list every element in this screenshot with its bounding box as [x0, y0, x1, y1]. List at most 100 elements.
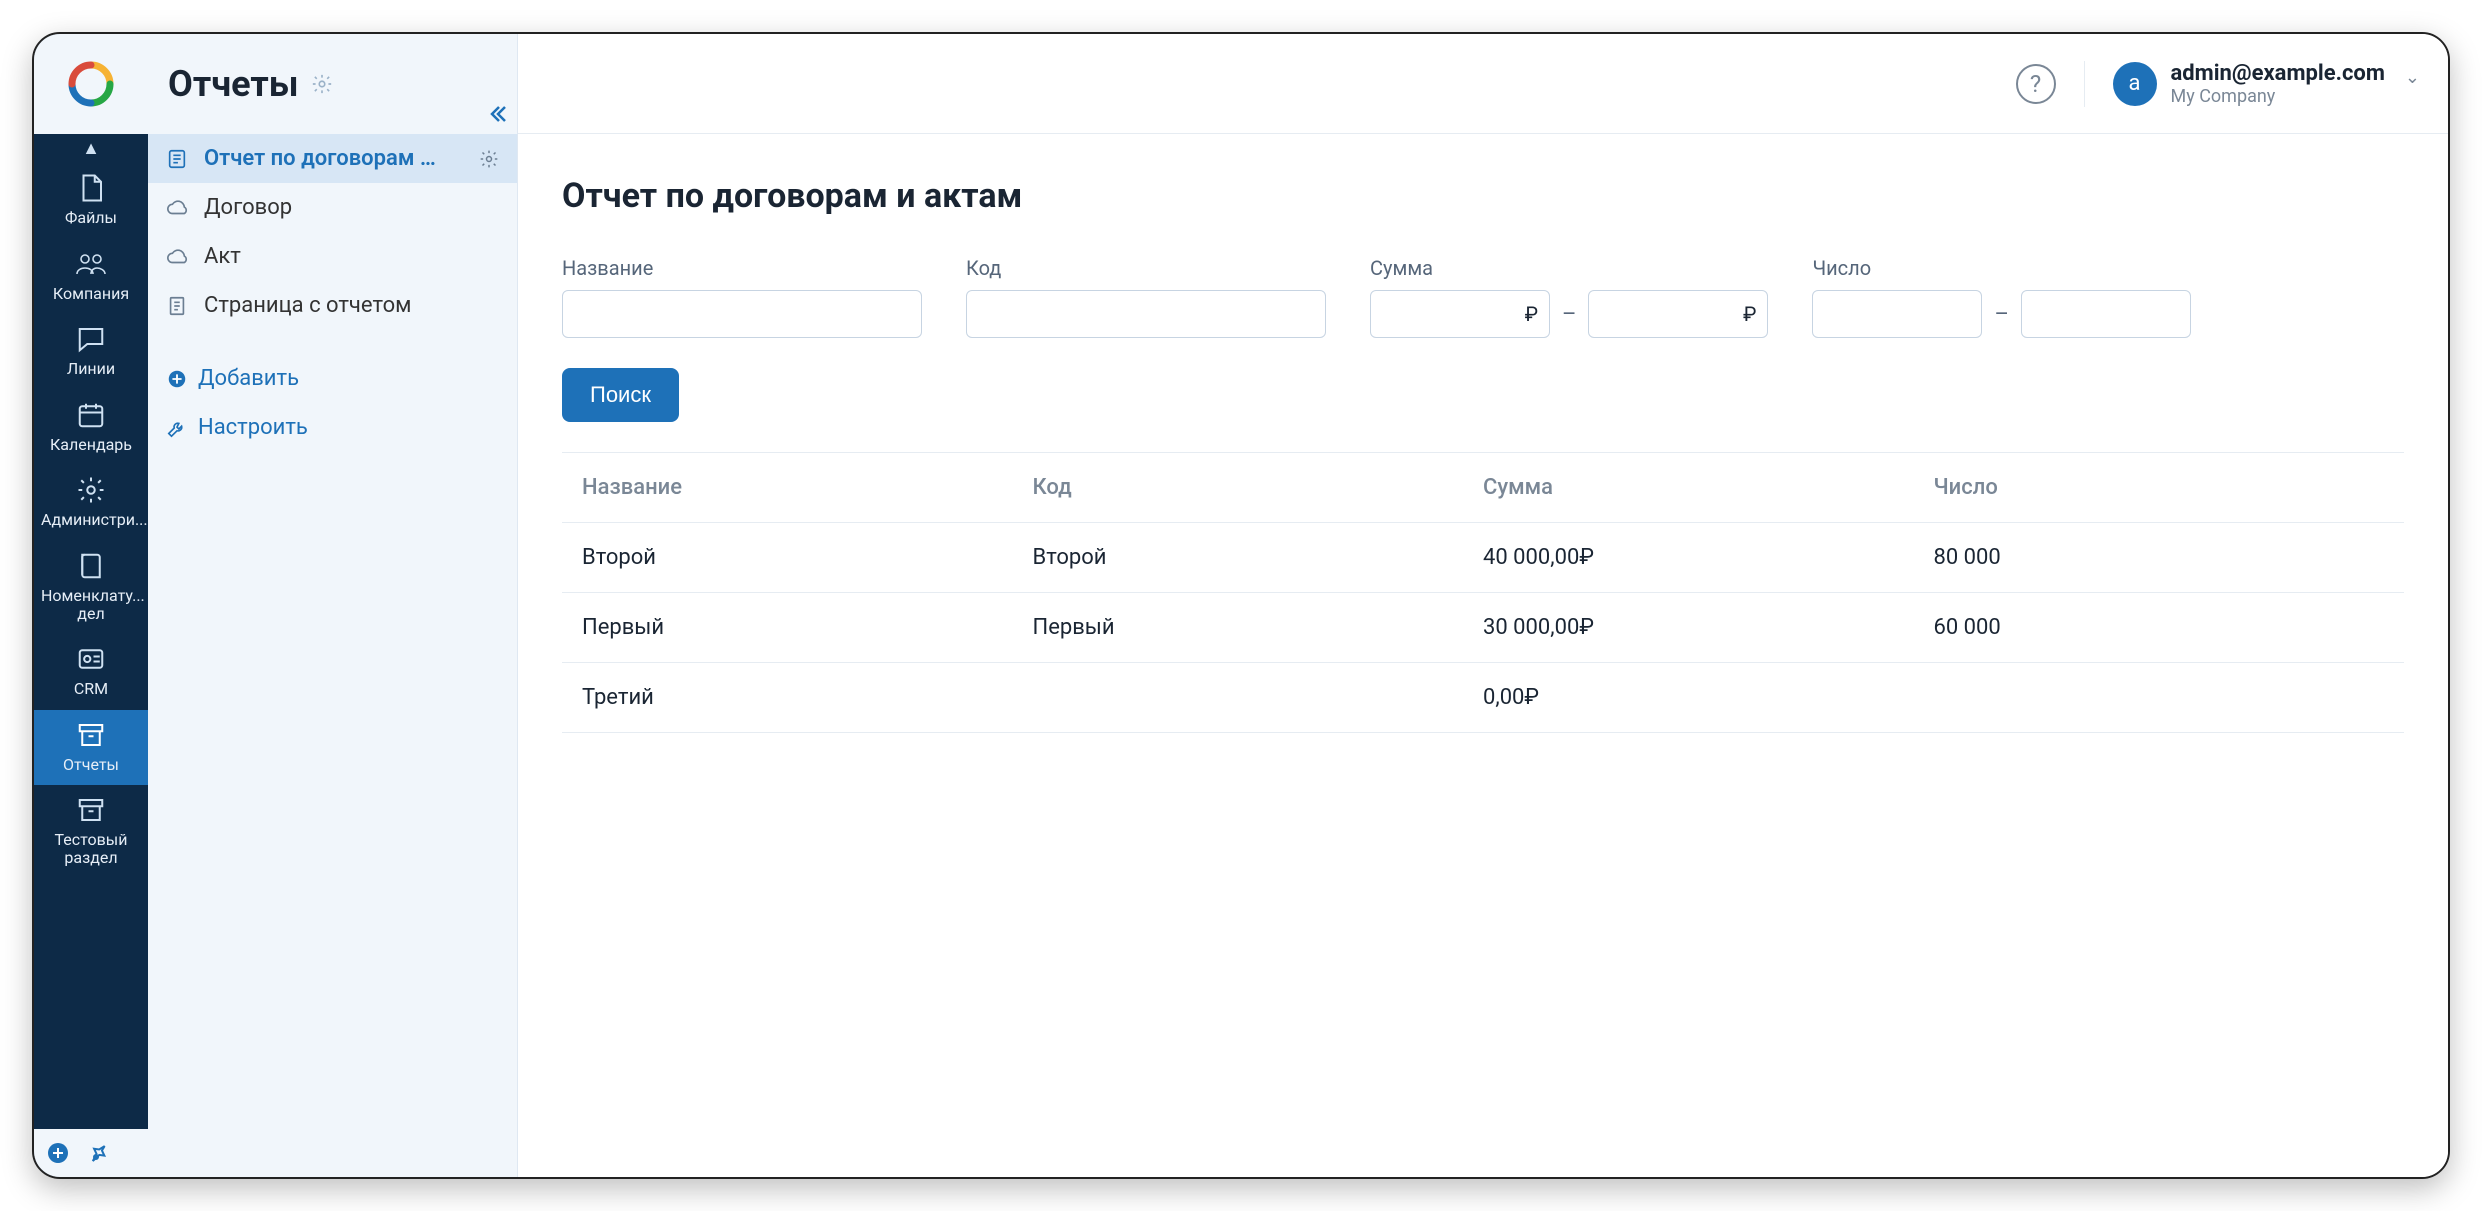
gear-icon[interactable]	[479, 149, 499, 169]
table-row[interactable]: Второй Второй 40 000,00₽ 80 000	[562, 522, 2404, 592]
rail-item-label: Календарь	[50, 436, 132, 454]
user-email: admin@example.com	[2171, 61, 2385, 86]
cell-name: Второй	[582, 545, 1033, 570]
rail-item-lines[interactable]: Линии	[34, 314, 148, 390]
results-table: Название Код Сумма Число Второй Второй 4…	[562, 452, 2404, 733]
cell-name: Третий	[582, 685, 1033, 710]
archive-icon	[76, 720, 106, 750]
rail-item-label: Администри...	[41, 511, 141, 529]
user-menu[interactable]: a admin@example.com My Company ⌄	[2084, 61, 2421, 107]
cell-num: 60 000	[1934, 615, 2385, 640]
archive-icon	[76, 795, 106, 825]
content: Отчет по договорам и актам Название Код …	[518, 134, 2448, 775]
sidenav-item-contract[interactable]: Договор	[148, 183, 517, 232]
plus-circle-icon	[166, 368, 188, 390]
cell-code: Первый	[1033, 615, 1484, 640]
rail-item-label: Номенклату... дел	[41, 587, 141, 622]
filter-code-label: Код	[966, 256, 1326, 280]
sidenav-add-button[interactable]: Добавить	[148, 354, 517, 403]
question-icon: ?	[2030, 70, 2041, 98]
logo-mark-icon	[68, 61, 114, 107]
side-pane-header: Отчеты	[148, 34, 517, 134]
people-icon	[75, 249, 107, 279]
cell-sum: 30 000,00₽	[1483, 615, 1934, 640]
filter-code-input[interactable]	[966, 290, 1326, 338]
top-bar: ? a admin@example.com My Company ⌄	[518, 34, 2448, 134]
filter-sum-from-input[interactable]	[1370, 290, 1550, 338]
filter-num-from-input[interactable]	[1812, 290, 1982, 338]
sidenav-configure-button[interactable]: Настроить	[148, 403, 517, 452]
filter-num: Число –	[1812, 256, 2190, 338]
rail-item-calendar[interactable]: Календарь	[34, 390, 148, 466]
wrench-icon	[166, 417, 188, 439]
filter-name: Название	[562, 256, 922, 338]
rail-item-label: Отчеты	[63, 756, 119, 774]
rail-item-company[interactable]: Компания	[34, 239, 148, 315]
avatar-letter: a	[2129, 71, 2141, 96]
rail-footer	[34, 1129, 148, 1177]
rail-item-nomenclature[interactable]: Номенклату... дел	[34, 541, 148, 634]
sidenav-item-label: Акт	[204, 244, 241, 269]
rail-item-label: Линии	[67, 360, 115, 378]
sidenav-item-report-contracts[interactable]: Отчет по договорам и ак...	[148, 134, 517, 183]
gear-icon[interactable]	[311, 73, 333, 95]
table-header: Название Код Сумма Число	[562, 452, 2404, 522]
rail-item-label: Тестовый раздел	[41, 831, 141, 866]
col-name: Название	[582, 475, 1033, 500]
report-icon	[166, 148, 192, 170]
rail-item-crm[interactable]: CRM	[34, 634, 148, 710]
rail-item-admin[interactable]: Администри...	[34, 465, 148, 541]
gear-icon	[76, 475, 106, 505]
range-dash: –	[1562, 302, 1576, 327]
filter-name-label: Название	[562, 256, 922, 280]
page-title: Отчет по договорам и актам	[562, 176, 2404, 216]
user-org: My Company	[2171, 86, 2385, 107]
side-pane: Отчеты Отчет по договорам и ак...	[148, 34, 518, 1177]
chevron-down-icon: ⌄	[2405, 67, 2420, 88]
filter-name-input[interactable]	[562, 290, 922, 338]
settings-button[interactable]	[88, 1141, 112, 1165]
range-dash: –	[1994, 302, 2008, 327]
app-frame: ▲ Файлы Компания Линии Календарь	[32, 32, 2450, 1179]
user-text: admin@example.com My Company	[2171, 61, 2385, 107]
add-section-button[interactable]	[46, 1141, 70, 1165]
id-card-icon	[76, 644, 106, 674]
nav-rail: ▲ Файлы Компания Линии Календарь	[34, 34, 148, 1177]
document-icon	[76, 173, 106, 203]
col-sum: Сумма	[1483, 475, 1934, 500]
cell-sum: 0,00₽	[1483, 685, 1934, 710]
rail-item-label: Компания	[53, 285, 129, 303]
filter-num-label: Число	[1812, 256, 2190, 280]
cell-code: Второй	[1033, 545, 1484, 570]
collapse-sidepane-button[interactable]	[485, 102, 509, 126]
table-row[interactable]: Третий 0,00₽	[562, 662, 2404, 733]
chat-icon	[76, 324, 106, 354]
filter-sum-label: Сумма	[1370, 256, 1768, 280]
col-num: Число	[1934, 475, 2385, 500]
rail-item-test[interactable]: Тестовый раздел	[34, 785, 148, 878]
calendar-icon	[76, 400, 106, 430]
sidenav-item-label: Договор	[204, 195, 292, 220]
table-row[interactable]: Первый Первый 30 000,00₽ 60 000	[562, 592, 2404, 662]
sidenav-item-label: Отчет по договорам и ак...	[204, 146, 444, 171]
rail-item-reports[interactable]: Отчеты	[34, 710, 148, 786]
rail-scroll-up[interactable]: ▲	[34, 134, 148, 163]
filters-row: Название Код Сумма ₽ – ₽ Число	[562, 256, 2404, 338]
filter-sum-to-input[interactable]	[1588, 290, 1768, 338]
rail-item-label: Файлы	[65, 209, 117, 227]
cell-name: Первый	[582, 615, 1033, 640]
app-logo	[34, 34, 148, 134]
avatar: a	[2113, 62, 2157, 106]
sidenav-item-act[interactable]: Акт	[148, 232, 517, 281]
search-button[interactable]: Поиск	[562, 368, 679, 422]
rail-item-files[interactable]: Файлы	[34, 163, 148, 239]
filter-num-to-input[interactable]	[2021, 290, 2191, 338]
search-button-label: Поиск	[590, 382, 651, 407]
sidenav-configure-label: Настроить	[198, 415, 308, 440]
page-icon	[166, 295, 192, 317]
side-nav-list: Отчет по договорам и ак... Договор Акт	[148, 134, 517, 452]
sidenav-item-label: Страница с отчетом	[204, 293, 411, 318]
help-button[interactable]: ?	[2016, 64, 2056, 104]
cell-sum: 40 000,00₽	[1483, 545, 1934, 570]
sidenav-item-report-page[interactable]: Страница с отчетом	[148, 281, 517, 330]
